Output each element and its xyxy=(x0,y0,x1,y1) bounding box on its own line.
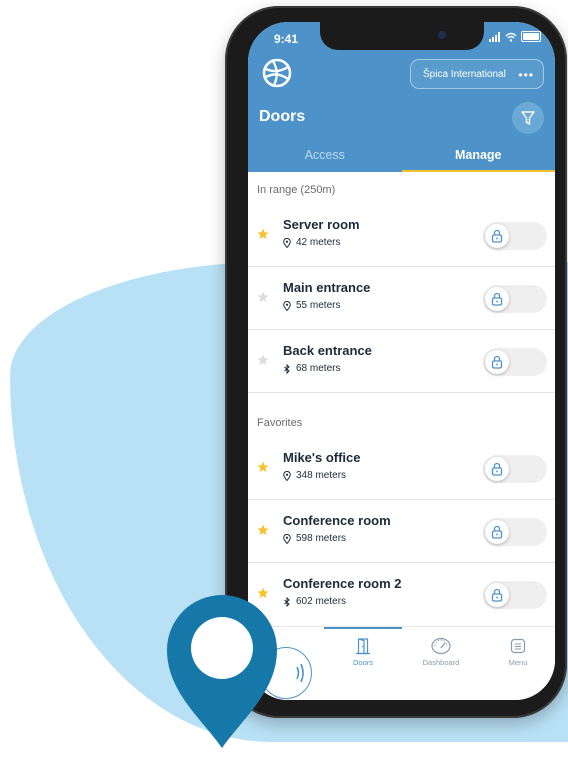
star-outline-icon[interactable] xyxy=(257,291,269,303)
door-distance: 42 meters xyxy=(283,237,340,248)
door-distance-value: 55 meters xyxy=(296,300,341,311)
wifi-icon xyxy=(505,32,517,42)
section-header-favorites: Favorites xyxy=(257,417,303,429)
lock-icon xyxy=(491,525,503,539)
nav-dashboard-label: Dashboard xyxy=(422,658,460,667)
nav-doors[interactable]: Doors xyxy=(328,637,398,667)
bottom-navigation: Doors Dashboard Menu xyxy=(248,626,555,700)
section-header-in-range: In range (250m) xyxy=(257,184,336,196)
door-name: Conference room 2 xyxy=(283,576,402,591)
door-row-conference-room[interactable]: Conference room 598 meters xyxy=(248,500,555,563)
door-distance: 598 meters xyxy=(283,533,346,544)
star-filled-icon[interactable] xyxy=(257,524,269,536)
nav-dashboard[interactable]: Dashboard xyxy=(406,637,476,667)
door-row-conference-room-2[interactable]: Conference room 2 602 meters xyxy=(248,563,555,624)
door-distance-value: 598 meters xyxy=(296,533,347,544)
lock-toggle[interactable] xyxy=(483,222,547,250)
door-distance-value: 602 meters xyxy=(296,596,347,607)
phone-screen: 9:41 Špica International ••• Doors Acces… xyxy=(248,22,555,700)
filter-button[interactable] xyxy=(512,102,544,134)
dashboard-gauge-icon xyxy=(431,637,451,655)
tab-manage[interactable]: Manage xyxy=(402,138,556,172)
location-pin-icon xyxy=(283,237,291,248)
lock-toggle-knob xyxy=(485,520,509,544)
lock-toggle-knob xyxy=(485,287,509,311)
door-name: Mike's office xyxy=(283,450,361,465)
lock-toggle[interactable] xyxy=(483,285,547,313)
organization-name: Špica International xyxy=(423,68,506,80)
location-pin-icon xyxy=(283,300,291,311)
door-distance-value: 68 meters xyxy=(296,363,341,374)
door-distance-value: 348 meters xyxy=(296,470,347,481)
door-distance: 68 meters xyxy=(283,363,340,374)
star-filled-icon[interactable] xyxy=(257,228,269,240)
lock-icon xyxy=(491,462,503,476)
door-row-main-entrance[interactable]: Main entrance 55 meters xyxy=(248,267,555,330)
lock-toggle[interactable] xyxy=(483,348,547,376)
lock-toggle-knob xyxy=(485,224,509,248)
door-name: Main entrance xyxy=(283,280,371,295)
lock-icon xyxy=(491,229,503,243)
menu-icon xyxy=(510,638,526,654)
lock-toggle[interactable] xyxy=(483,581,547,609)
location-pin-icon xyxy=(283,533,291,544)
bluetooth-icon xyxy=(284,363,290,374)
doors-list[interactable]: In range (250m) Server room 42 meters Ma… xyxy=(248,172,555,624)
star-outline-icon[interactable] xyxy=(257,354,269,366)
door-row-back-entrance[interactable]: Back entrance 68 meters xyxy=(248,330,555,393)
door-distance-value: 42 meters xyxy=(296,237,341,248)
door-distance: 348 meters xyxy=(283,470,346,481)
lock-toggle-knob xyxy=(485,350,509,374)
location-pin-icon xyxy=(283,470,291,481)
signal-icon xyxy=(489,31,501,42)
tab-bar: Access Manage xyxy=(248,138,555,172)
door-row-server-room[interactable]: Server room 42 meters xyxy=(248,204,555,267)
tab-access[interactable]: Access xyxy=(248,138,402,172)
phone-notch xyxy=(320,22,484,50)
door-distance: 602 meters xyxy=(283,596,346,607)
active-nav-indicator xyxy=(324,627,402,629)
lock-icon xyxy=(491,588,503,602)
lock-icon xyxy=(491,292,503,306)
camera-dot xyxy=(438,31,446,39)
globe-logo-icon[interactable] xyxy=(262,58,292,88)
nav-doors-label: Doors xyxy=(352,658,373,667)
lock-toggle-knob xyxy=(485,583,509,607)
filter-icon xyxy=(521,111,535,125)
lock-toggle-knob xyxy=(485,457,509,481)
door-name: Conference room xyxy=(283,513,391,528)
lock-toggle[interactable] xyxy=(483,455,547,483)
door-icon xyxy=(356,638,370,655)
lock-toggle[interactable] xyxy=(483,518,547,546)
nav-menu-label: Menu xyxy=(508,658,528,667)
door-name: Back entrance xyxy=(283,343,372,358)
lock-icon xyxy=(491,355,503,369)
door-row-mikes-office[interactable]: Mike's office 348 meters xyxy=(248,437,555,500)
status-time: 9:41 xyxy=(274,32,299,46)
door-name: Server room xyxy=(283,217,360,232)
nav-menu[interactable]: Menu xyxy=(483,637,553,667)
battery-icon xyxy=(521,31,541,42)
status-icons xyxy=(489,31,541,42)
location-pin-graphic xyxy=(167,595,277,748)
organization-selector[interactable]: Špica International ••• xyxy=(410,59,544,89)
door-distance: 55 meters xyxy=(283,300,340,311)
bluetooth-icon xyxy=(284,596,290,607)
page-title: Doors xyxy=(259,108,306,125)
more-horizontal-icon: ••• xyxy=(518,68,534,82)
star-filled-icon[interactable] xyxy=(257,461,269,473)
